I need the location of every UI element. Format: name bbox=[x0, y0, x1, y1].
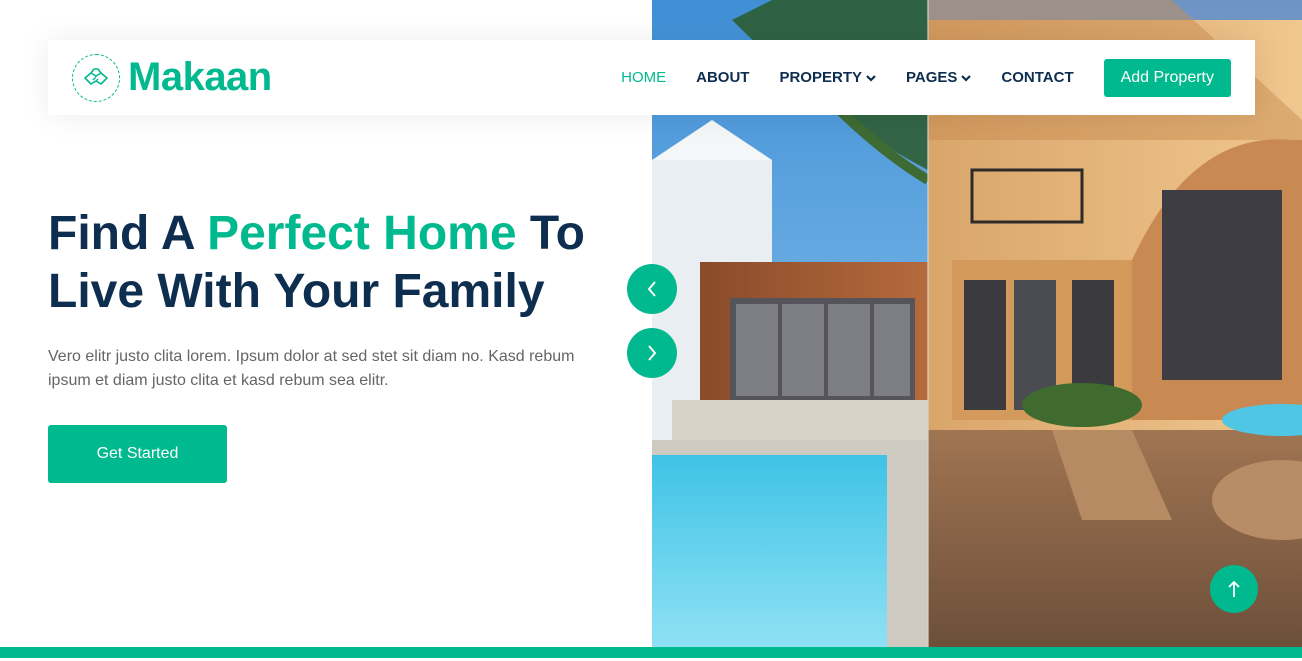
bottom-accent-bar bbox=[0, 647, 1302, 661]
back-to-top-button[interactable] bbox=[1210, 565, 1258, 613]
handshake-icon bbox=[72, 53, 120, 102]
chevron-right-icon bbox=[648, 345, 657, 361]
navbar: Makaan HOME ABOUT PROPERTY PAGES CONTACT… bbox=[48, 40, 1255, 115]
hero-title-part1: Find A bbox=[48, 207, 208, 260]
brand-name: Makaan bbox=[128, 55, 272, 99]
chevron-down-icon bbox=[866, 74, 876, 82]
nav-item-pages[interactable]: PAGES bbox=[905, 69, 972, 86]
chevron-down-icon bbox=[961, 74, 972, 82]
hero-title: Find A Perfect Home To Live With Your Fa… bbox=[48, 205, 628, 321]
nav-item-label: PAGES bbox=[905, 69, 958, 86]
nav-item-label: ABOUT bbox=[696, 69, 750, 86]
carousel-next-button[interactable] bbox=[627, 328, 677, 378]
nav-item-property[interactable]: PROPERTY bbox=[779, 69, 876, 86]
nav-menu: HOME ABOUT PROPERTY PAGES CONTACT Add Pr… bbox=[621, 58, 1231, 97]
nav-item-home[interactable]: HOME bbox=[621, 69, 666, 86]
nav-item-about[interactable]: ABOUT bbox=[696, 69, 749, 86]
add-property-button[interactable]: Add Property bbox=[1103, 58, 1231, 97]
carousel-prev-button[interactable] bbox=[627, 264, 677, 314]
hero-title-accent: Perfect Home bbox=[207, 207, 517, 260]
hero-description: Vero elitr justo clita lorem. Ipsum dolo… bbox=[48, 348, 575, 389]
nav-item-contact[interactable]: CONTACT bbox=[1001, 69, 1073, 86]
brand-logo-link[interactable]: Makaan bbox=[72, 53, 272, 102]
chevron-left-icon bbox=[647, 281, 656, 297]
arrow-up-icon bbox=[1228, 580, 1240, 597]
nav-item-label: CONTACT bbox=[1001, 69, 1074, 86]
nav-item-label: HOME bbox=[621, 69, 667, 86]
nav-item-label: PROPERTY bbox=[779, 69, 862, 86]
get-started-button[interactable]: Get Started bbox=[48, 425, 227, 483]
